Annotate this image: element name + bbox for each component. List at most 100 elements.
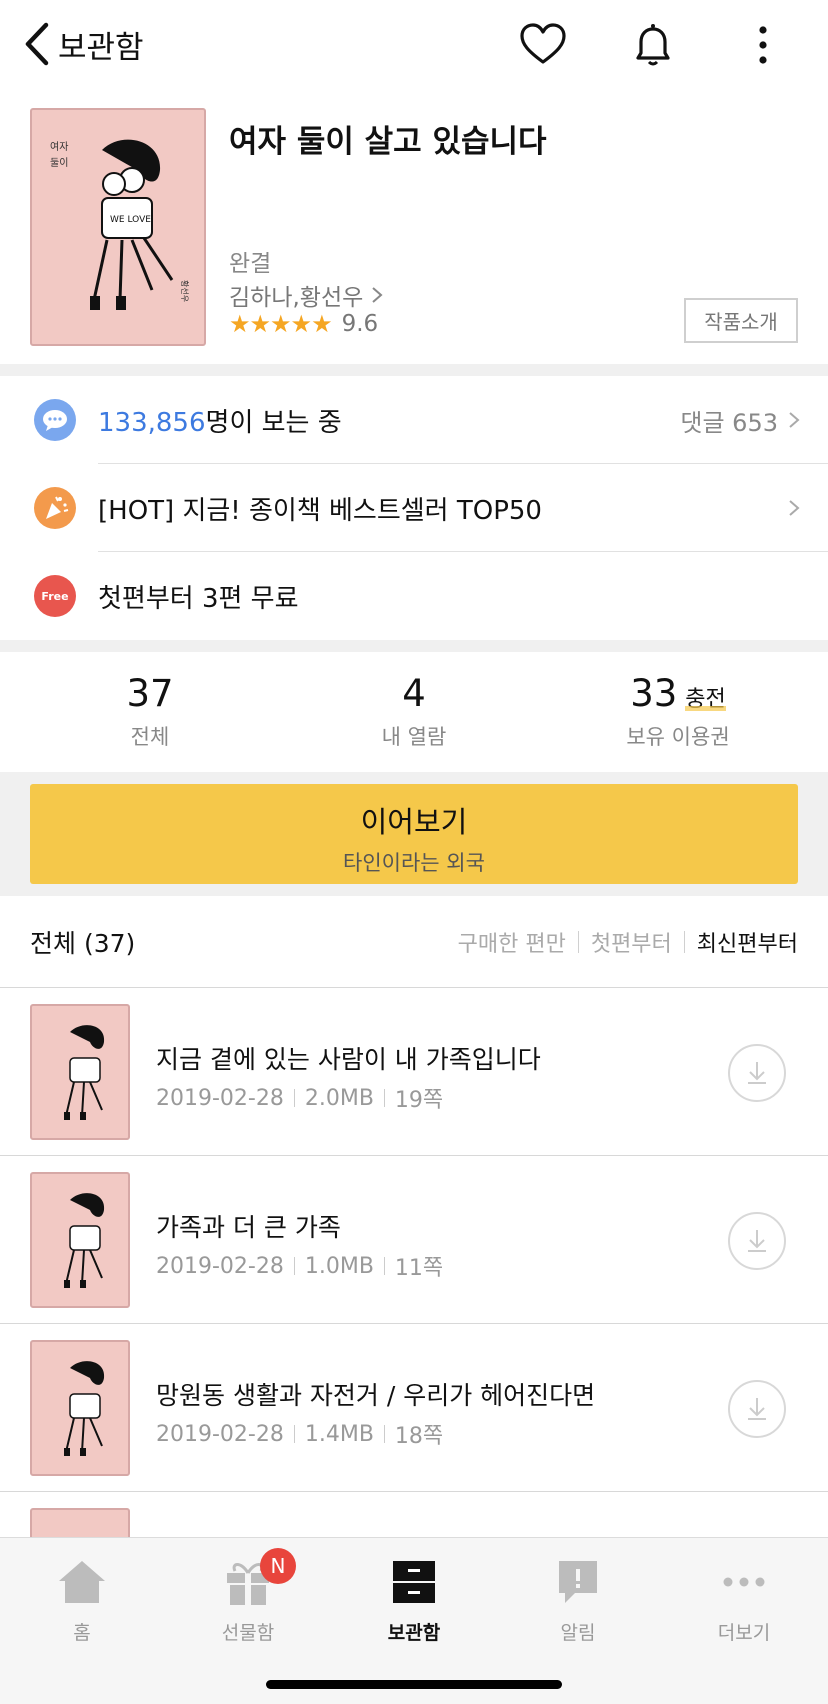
svg-text:둘이: 둘이 [50, 157, 68, 169]
divider [683, 931, 685, 953]
stat-tickets-num: 33 [630, 672, 678, 715]
episode-pages: 19쪽 [394, 1088, 444, 1113]
notification-badge: N [260, 1548, 296, 1584]
cta-main-label: 이어보기 [360, 805, 468, 839]
intro-button[interactable]: 작품소개 [684, 298, 798, 343]
episode-row-partial[interactable] [0, 1492, 828, 1537]
episode-date: 2019-02-28 [156, 1421, 284, 1447]
divider [0, 640, 828, 652]
rating: ★★★★★ 9.6 [229, 310, 378, 338]
cta-sub-label: 타인이라는 외국 [343, 851, 485, 875]
viewers-text: 133,856명이 보는 중 [98, 402, 342, 439]
tab-bar: 홈 N 선물함 보관함 알림 더보기 [0, 1537, 828, 1704]
free-badge-icon: Free [34, 575, 76, 617]
bell-icon[interactable] [626, 18, 680, 72]
episode-size: 1.4MB [304, 1421, 374, 1447]
sort-first[interactable]: 첫편부터 [591, 926, 672, 958]
promo-text: [HOT] 지금! 종이책 베스트셀러 TOP50 [98, 495, 542, 526]
stat-tickets-label: 보유 이용권 [626, 725, 730, 749]
episode-thumbnail [30, 1508, 130, 1537]
free-row: Free 첫편부터 3편 무료 [0, 552, 828, 640]
stat-total-num: 37 [126, 672, 174, 715]
sort-options: 구매한 편만 첫편부터 최신편부터 [458, 926, 798, 958]
stat-total[interactable]: 37 전체 [12, 672, 288, 751]
divider [0, 364, 828, 376]
list-heading: 전체 (37) [30, 929, 136, 958]
back-button[interactable]: 보관함 [22, 20, 144, 68]
promo-chevron [778, 499, 800, 517]
episode-title: 가족과 더 큰 가족 [156, 1213, 341, 1242]
party-popper-icon [34, 487, 76, 529]
sort-purchased[interactable]: 구매한 편만 [458, 926, 566, 958]
episode-meta: 2019-02-28 1.4MB 18쪽 [156, 1418, 443, 1450]
stat-read-label: 내 열람 [381, 725, 447, 749]
notice-icon [508, 1552, 648, 1612]
episode-title: 지금 곁에 있는 사람이 내 가족입니다 [156, 1045, 541, 1074]
book-author: 김하나,황선우 [229, 285, 364, 311]
stat-total-label: 전체 [130, 725, 170, 749]
gift-icon: N [178, 1548, 318, 1612]
divider [577, 931, 579, 953]
episode-meta: 2019-02-28 1.0MB 11쪽 [156, 1250, 443, 1282]
back-label: 보관함 [58, 29, 144, 66]
tab-home[interactable]: 홈 [12, 1552, 152, 1645]
book-status: 완결 [229, 251, 272, 277]
book-author-link[interactable]: 김하나,황선우 [229, 278, 383, 312]
download-icon[interactable] [728, 1212, 786, 1270]
episode-pages: 18쪽 [394, 1424, 444, 1449]
episode-row[interactable]: 가족과 더 큰 가족 2019-02-28 1.0MB 11쪽 [0, 1156, 828, 1324]
tab-notice[interactable]: 알림 [508, 1552, 648, 1645]
svg-text:여자: 여자 [50, 141, 68, 153]
viewers-count: 133,856 [98, 407, 206, 438]
more-dots-icon [674, 1552, 814, 1612]
top-bar: 보관함 [0, 0, 828, 88]
stat-read[interactable]: 4 내 열람 [276, 672, 552, 751]
download-icon[interactable] [728, 1380, 786, 1438]
episode-title: 망원동 생활과 자전거 / 우리가 헤어진다면 [156, 1381, 596, 1410]
tab-more[interactable]: 더보기 [674, 1552, 814, 1645]
free-badge: Free [41, 589, 69, 603]
episode-row[interactable]: 망원동 생활과 자전거 / 우리가 헤어진다면 2019-02-28 1.4MB… [0, 1324, 828, 1492]
home-icon [12, 1552, 152, 1612]
drawer-icon [344, 1552, 484, 1612]
tab-label: 선물함 [221, 1622, 275, 1644]
comments-link[interactable]: 댓글 653 [680, 403, 800, 438]
chevron-right-icon [789, 412, 800, 428]
tab-library[interactable]: 보관함 [344, 1552, 484, 1645]
sort-latest[interactable]: 최신편부터 [697, 926, 798, 958]
more-vertical-icon[interactable] [736, 18, 790, 72]
episode-thumbnail [30, 1340, 130, 1476]
viewers-row[interactable]: 133,856명이 보는 중 댓글 653 [0, 376, 828, 464]
chevron-right-icon [372, 287, 383, 303]
svg-text:황선우: 황선우 [180, 280, 190, 302]
tab-label: 홈 [73, 1622, 91, 1644]
stat-read-num: 4 [402, 672, 426, 715]
episode-pages: 11쪽 [394, 1256, 444, 1281]
chat-icon [34, 399, 76, 441]
home-indicator[interactable] [266, 1680, 562, 1689]
episode-row[interactable]: 지금 곁에 있는 사람이 내 가족입니다 2019-02-28 2.0MB 19… [0, 988, 828, 1156]
star-rating-icon: ★★★★★ [229, 310, 333, 338]
episode-date: 2019-02-28 [156, 1085, 284, 1111]
stat-tickets[interactable]: 33 충전 보유 이용권 [540, 672, 816, 751]
promo-row[interactable]: [HOT] 지금! 종이책 베스트셀러 TOP50 [0, 464, 828, 552]
episode-thumbnail [30, 1004, 130, 1140]
episode-meta: 2019-02-28 2.0MB 19쪽 [156, 1082, 443, 1114]
continue-reading-button[interactable]: 이어보기 타인이라는 외국 [30, 784, 798, 884]
comments-count: 댓글 653 [680, 408, 778, 437]
book-title: 여자 둘이 살고 있습니다 [229, 124, 547, 160]
download-icon[interactable] [728, 1044, 786, 1102]
episode-thumbnail [30, 1172, 130, 1308]
rating-value: 9.6 [341, 311, 379, 337]
charge-link[interactable]: 충전 [685, 687, 725, 712]
tab-label: 알림 [560, 1622, 596, 1644]
tab-label: 더보기 [717, 1622, 771, 1644]
free-text: 첫편부터 3편 무료 [98, 583, 299, 614]
tab-gift[interactable]: N 선물함 [178, 1548, 318, 1645]
episode-date: 2019-02-28 [156, 1253, 284, 1279]
book-cover: 여자 둘이 WE LOVE 황선우 [30, 108, 206, 346]
episode-size: 1.0MB [304, 1253, 374, 1279]
svg-text:WE LOVE: WE LOVE [110, 215, 151, 225]
heart-icon[interactable] [516, 18, 570, 72]
tab-label: 보관함 [387, 1622, 441, 1644]
